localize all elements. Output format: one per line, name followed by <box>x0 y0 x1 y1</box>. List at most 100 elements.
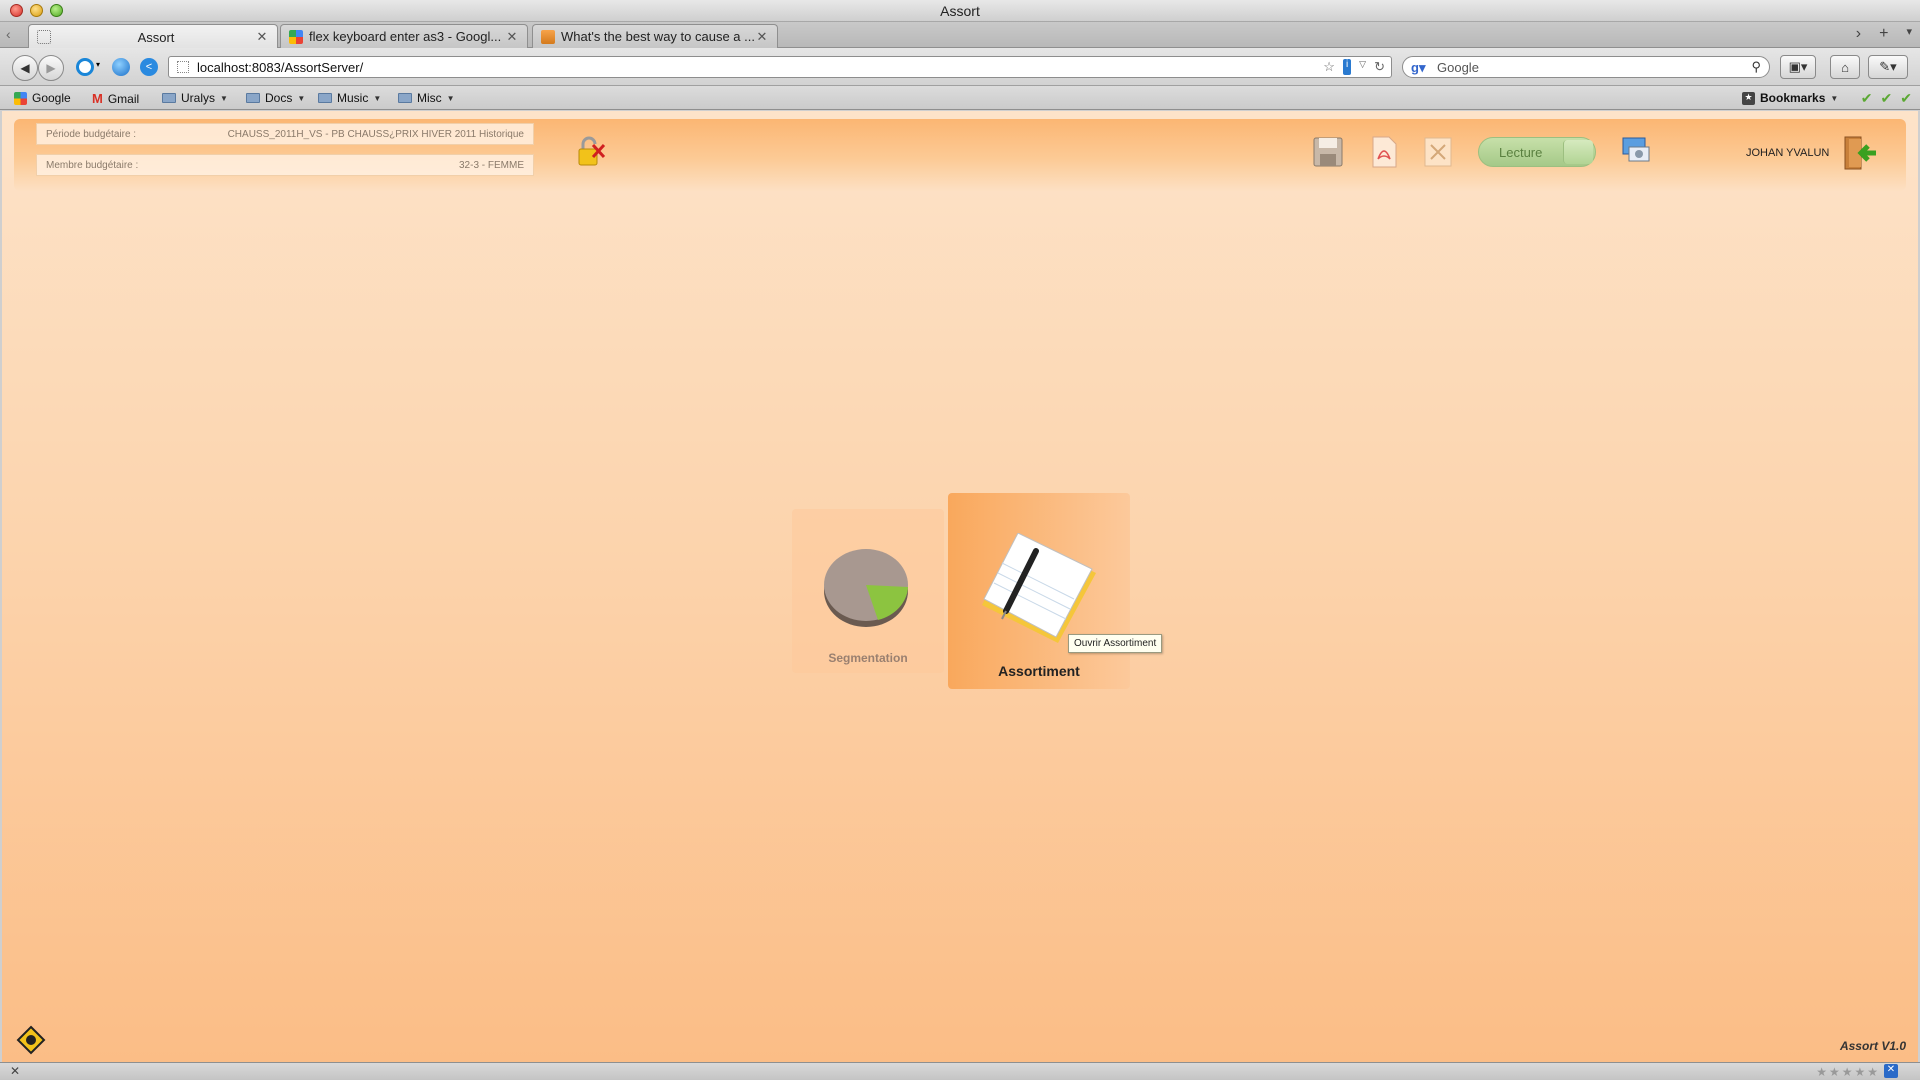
unlock-icon[interactable] <box>576 135 606 167</box>
bookmark-folder-docs[interactable]: Docs ▼ <box>246 91 305 105</box>
tabs-scroll-right-icon[interactable]: › <box>1856 25 1861 43</box>
tab-list-icon[interactable]: ▾ <box>1906 25 1912 43</box>
app-logo-icon[interactable] <box>16 1025 46 1055</box>
bookmark-folder-misc[interactable]: Misc ▼ <box>398 91 455 105</box>
rating-stars-icon[interactable]: ★★★★★ <box>1816 1065 1880 1079</box>
status-checks: ✔ ✔ ✔ <box>1861 90 1912 107</box>
search-placeholder: Google <box>1437 59 1479 75</box>
bookmark-label: Docs <box>265 91 293 105</box>
bookmark-label: Gmail <box>107 91 140 106</box>
globe-icon[interactable] <box>112 58 130 76</box>
bookmark-google[interactable]: Google <box>14 91 71 105</box>
chevron-down-icon: ▼ <box>446 93 455 103</box>
status-bar: ✕ ★★★★★ ✕ <box>0 1062 1920 1080</box>
addon-badge-icon[interactable]: ✕ <box>1884 1064 1898 1078</box>
bookmark-folder-music[interactable]: Music ▼ <box>318 91 381 105</box>
back-button[interactable]: ◀ <box>12 55 38 81</box>
addon-menu-button[interactable]: ▣▾ <box>1780 55 1816 79</box>
chevron-down-icon: ▼ <box>1830 93 1839 103</box>
bookmark-label: Uralys <box>181 91 216 105</box>
user-name: JOHAN YVALUN <box>1746 147 1830 159</box>
tab-label: Assort <box>137 29 175 45</box>
forward-button[interactable]: ▶ <box>38 55 64 81</box>
page-icon <box>177 61 189 73</box>
tab-bar: ‹ Assort ✕ flex keyboard enter as3 - Goo… <box>0 22 1920 49</box>
app-canvas: Période budgétaire : CHAUSS_2011H_VS - P… <box>2 111 1918 1062</box>
budget-period-label: Période budgétaire : <box>46 128 137 140</box>
chevron-down-icon: ▼ <box>373 93 382 103</box>
notepad-pen-icon <box>982 533 1096 643</box>
tabbar-controls: › + ▾ <box>1856 25 1912 43</box>
share-icon[interactable]: < <box>140 58 158 76</box>
tools-icon: ✎▾ <box>1879 59 1897 74</box>
info-icon[interactable]: i <box>1342 59 1352 75</box>
blank-page-icon <box>37 30 51 44</box>
checkmark-icon[interactable]: ✔ <box>1881 90 1893 107</box>
addon-dropdown-icon[interactable]: ▾ <box>96 60 100 69</box>
tab-google-search[interactable]: flex keyboard enter as3 - Googl... ✕ <box>280 24 528 48</box>
network-settings-icon[interactable] <box>1620 133 1652 167</box>
budget-period-box: Période budgétaire : CHAUSS_2011H_VS - P… <box>36 123 534 145</box>
toggle-knob-icon <box>1563 140 1593 164</box>
folder-icon <box>246 93 260 103</box>
tab-label: flex keyboard enter as3 - Googl... <box>309 29 502 44</box>
history-dropdown-icon[interactable]: ▽ <box>1359 59 1366 75</box>
search-field[interactable]: g▾ Google ⚲ <box>1402 56 1770 78</box>
assortiment-module[interactable]: Assortiment <box>948 493 1130 689</box>
stackoverflow-favicon-icon <box>541 29 555 44</box>
tabs-scroll-left-icon[interactable]: ‹ <box>6 26 11 42</box>
forward-arrow-icon: ▶ <box>46 61 56 75</box>
bookmark-label: Misc <box>417 91 442 105</box>
folder-icon <box>318 93 332 103</box>
bookmark-folder-uralys[interactable]: Uralys ▼ <box>162 91 228 105</box>
chevron-down-icon: ▼ <box>220 93 228 103</box>
bookmark-gmail[interactable]: M Gmail <box>92 91 139 106</box>
chevron-down-icon: ▼ <box>297 93 306 103</box>
bookmarks-menu-button[interactable]: ★ Bookmarks ▼ <box>1742 91 1838 105</box>
tools-menu-button[interactable]: ✎▾ <box>1868 55 1908 79</box>
budget-period-value: CHAUSS_2011H_VS - PB CHAUSS¿PRIX HIVER 2… <box>227 128 524 140</box>
bookmarks-menu-label: Bookmarks <box>1760 91 1826 105</box>
folder-icon <box>162 93 176 103</box>
addon-icon: ▣▾ <box>1788 59 1808 74</box>
close-tab-icon[interactable]: ✕ <box>755 29 769 45</box>
home-button[interactable]: ⌂ <box>1830 55 1860 79</box>
save-icon[interactable] <box>1312 135 1344 169</box>
tab-assort[interactable]: Assort ✕ <box>28 24 278 49</box>
close-addon-bar-icon[interactable]: ✕ <box>10 1064 20 1078</box>
bookmark-label: Music <box>337 91 369 105</box>
checkmark-icon[interactable]: ✔ <box>1900 90 1912 107</box>
read-mode-label: Lecture <box>1499 144 1543 160</box>
segmentation-module[interactable]: Segmentation <box>792 509 944 673</box>
logout-icon[interactable] <box>1842 135 1878 171</box>
checkmark-icon[interactable]: ✔ <box>1861 90 1873 107</box>
bookmark-label: Google <box>32 91 71 105</box>
close-tab-icon[interactable]: ✕ <box>505 29 519 45</box>
pdf-export-icon[interactable] <box>1368 135 1400 169</box>
segmentation-label: Segmentation <box>828 651 908 665</box>
reload-icon[interactable]: ↻ <box>1374 59 1385 75</box>
bookmarks-star-icon: ★ <box>1742 91 1755 105</box>
search-icon[interactable]: ⚲ <box>1751 59 1761 75</box>
read-mode-toggle[interactable]: Lecture <box>1478 137 1596 167</box>
back-arrow-icon: ◀ <box>20 61 30 75</box>
budget-member-value: 32-3 - FEMME <box>458 159 524 171</box>
window-title: Assort <box>940 3 980 19</box>
url-text: localhost:8083/AssortServer/ <box>197 59 364 75</box>
url-field[interactable]: localhost:8083/AssortServer/ ☆ i ▽ ↻ <box>168 56 1392 78</box>
budget-member-label: Membre budgétaire : <box>46 159 139 171</box>
window-titlebar: Assort <box>0 0 1920 22</box>
addon-circle-icon[interactable] <box>76 58 94 76</box>
bookmark-star-icon[interactable]: ☆ <box>1323 59 1335 75</box>
pie-chart-icon <box>824 549 908 627</box>
app-version: Assort V1.0 <box>1839 1039 1906 1053</box>
budget-member-box: Membre budgétaire : 32-3 - FEMME <box>36 154 534 176</box>
new-tab-icon[interactable]: + <box>1879 25 1888 43</box>
close-tab-icon[interactable]: ✕ <box>255 29 269 45</box>
home-icon: ⌂ <box>1841 59 1849 75</box>
gmail-icon: M <box>92 91 103 106</box>
tab-stackoverflow[interactable]: What's the best way to cause a ... ✕ <box>532 24 778 48</box>
tab-label: What's the best way to cause a ... <box>561 29 755 44</box>
search-engine-icon[interactable]: g▾ <box>1411 60 1425 76</box>
excel-export-icon[interactable] <box>1422 135 1454 169</box>
